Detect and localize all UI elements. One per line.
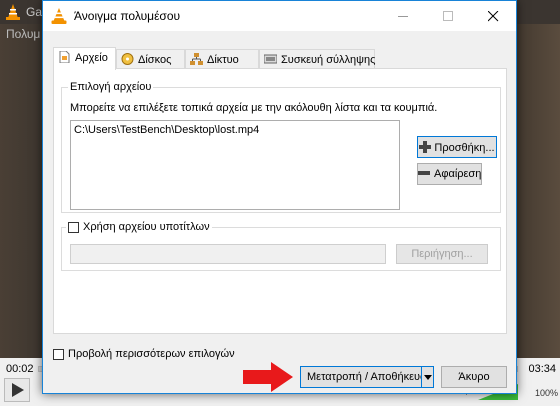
remove-file-button[interactable]: Αφαίρεση [417,163,482,185]
play-icon [12,383,24,397]
list-item[interactable]: C:\Users\TestBench\Desktop\lost.mp4 [74,124,259,136]
play-button[interactable] [4,378,30,402]
file-list[interactable]: C:\Users\TestBench\Desktop\lost.mp4 [70,120,400,210]
remove-file-label: Αφαίρεση [434,168,482,180]
tab-panel-file: Επιλογή αρχείου Μπορείτε να επιλέξετε το… [53,68,507,334]
file-icon [59,51,70,63]
minus-icon [418,171,430,175]
chevron-down-icon [424,375,432,380]
file-selection-legend: Επιλογή αρχείου [68,81,154,93]
browse-subtitle-button[interactable]: Περιήγηση... [396,244,488,264]
time-total: 03:34 [528,363,556,375]
tab-disc[interactable]: Δίσκος [116,49,185,69]
subtitle-checkbox-label[interactable]: Χρήση αρχείου υποτίτλων [83,221,210,233]
cancel-button[interactable]: Άκυρο [441,366,507,388]
more-options[interactable]: Προβολή περισσότερων επιλογών [53,348,235,360]
file-selection-group: Επιλογή αρχείου Μπορείτε να επιλέξετε το… [61,81,501,213]
subtitle-legend: Χρήση αρχείου υποτίτλων [66,221,212,233]
capture-device-icon [264,54,277,64]
convert-dropdown-button[interactable] [421,366,434,388]
maximize-button[interactable] [426,1,471,31]
tab-capture-device-label: Συσκευή σύλληψης [281,54,376,66]
add-file-label: Προσθήκη... [434,142,495,154]
tab-disc-label: Δίσκος [138,54,172,66]
minimize-icon [398,16,408,17]
close-button[interactable] [471,1,516,31]
player-title: Ga [26,5,43,19]
dialog-titlebar: Άνοιγμα πολυμέσου [43,1,516,31]
highlight-arrow-icon [243,362,293,392]
open-media-dialog: Άνοιγμα πολυμέσου Αρχείο Δίσκος Δίκτυο Σ… [42,0,517,394]
tab-file-label: Αρχείο [75,52,108,64]
file-selection-hint: Μπορείτε να επιλέξετε τοπικά αρχεία με τ… [70,102,438,114]
add-file-button[interactable]: Προσθήκη... [417,136,497,158]
minimize-button[interactable] [381,1,426,31]
volume-percent: 100% [534,388,558,398]
convert-save-button[interactable]: Μετατροπή / Αποθήκευση [300,366,433,388]
subtitle-checkbox[interactable] [68,221,79,233]
tab-capture-device[interactable]: Συσκευή σύλληψης [259,49,375,69]
network-icon [190,53,203,65]
subtitle-group: Χρήση αρχείου υποτίτλων Περιήγηση... [61,221,501,271]
plus-icon [419,141,432,153]
time-elapsed: 00:02 [6,363,34,375]
disc-icon [121,53,134,65]
tab-network[interactable]: Δίκτυο [185,49,259,69]
vlc-cone-icon [51,8,67,24]
vlc-cone-icon [6,4,20,20]
maximize-icon [443,11,453,21]
more-options-label[interactable]: Προβολή περισσότερων επιλογών [68,348,235,360]
tab-network-label: Δίκτυο [207,54,239,66]
dialog-title: Άνοιγμα πολυμέσου [74,9,181,23]
subtitle-file-input[interactable] [70,244,386,264]
more-options-checkbox[interactable] [53,348,64,360]
tab-file[interactable]: Αρχείο [53,47,116,70]
close-icon [488,11,499,22]
menu-media[interactable]: Πολυμ [6,27,40,41]
